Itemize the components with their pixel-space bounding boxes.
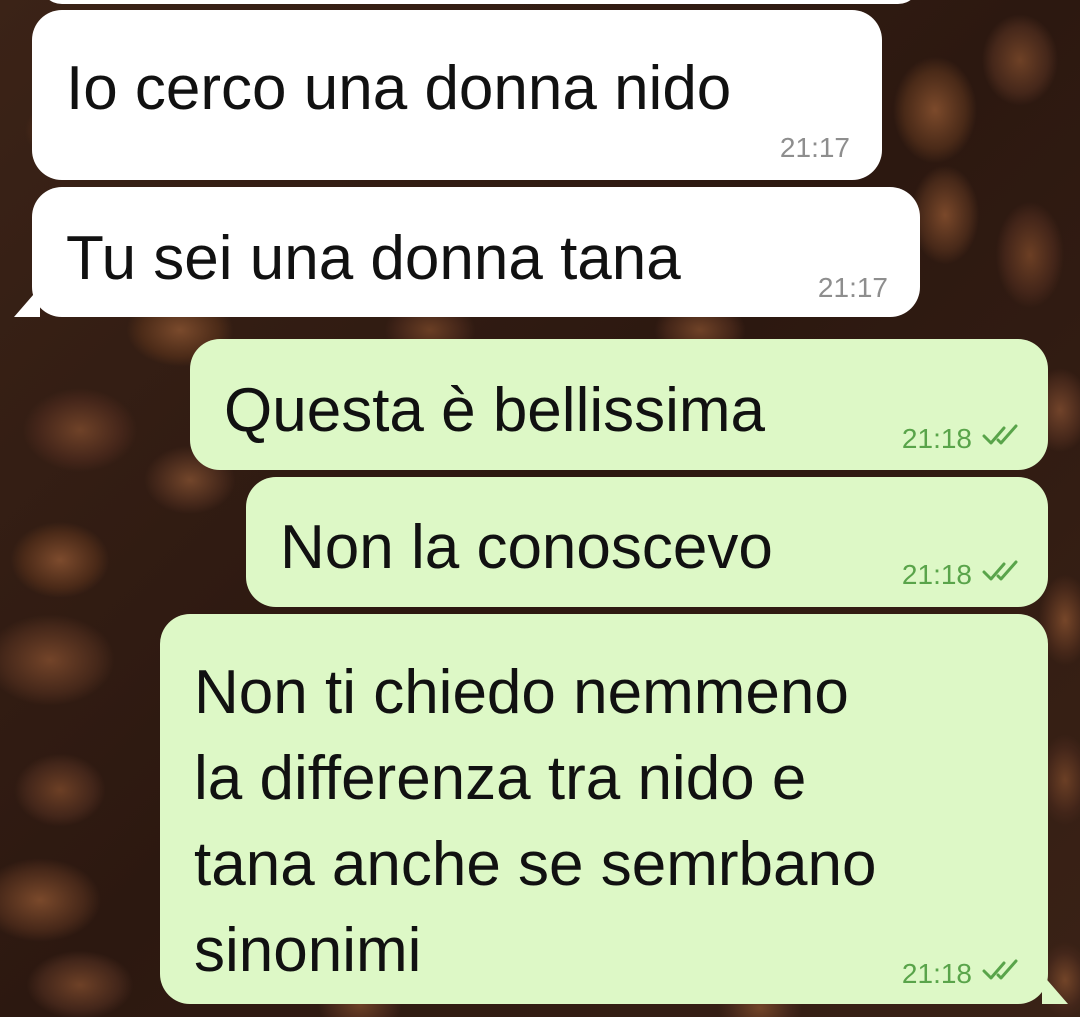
message-time: 21:17: [779, 132, 850, 163]
message-bubble-incoming[interactable]: Io cerco una donna nido 21:17: [32, 10, 882, 180]
bubble-tail-incoming: [14, 287, 40, 317]
message-text: Io cerco una donna nido: [66, 54, 732, 123]
message-bubble-incoming[interactable]: Tu sei una donna tana 21:17: [32, 187, 920, 317]
message-time: 21:17: [817, 272, 888, 303]
bubble-tail-outgoing: [1042, 974, 1068, 1004]
message-bubble-outgoing[interactable]: Questa è bellissima 21:18: [190, 339, 1048, 470]
read-double-check-icon: [982, 560, 1018, 581]
read-double-check-icon: [982, 424, 1018, 445]
message-text: Tu sei una donna tana: [66, 224, 681, 293]
message-time: 21:18: [901, 559, 972, 590]
message-text: Questa è bellissima: [224, 376, 766, 445]
read-double-check-icon: [982, 959, 1018, 980]
message-text: Non ti chiedo nemmeno la differenza tra …: [194, 658, 877, 985]
message-text: Non la conoscevo: [280, 513, 773, 582]
message-time: 21:18: [901, 423, 972, 454]
message-bubble-outgoing[interactable]: Non ti chiedo nemmeno la differenza tra …: [160, 614, 1048, 1004]
message-time: 21:18: [901, 958, 972, 989]
previous-message-bubble-edge: [40, 0, 920, 4]
message-bubble-outgoing[interactable]: Non la conoscevo 21:18: [246, 477, 1048, 607]
